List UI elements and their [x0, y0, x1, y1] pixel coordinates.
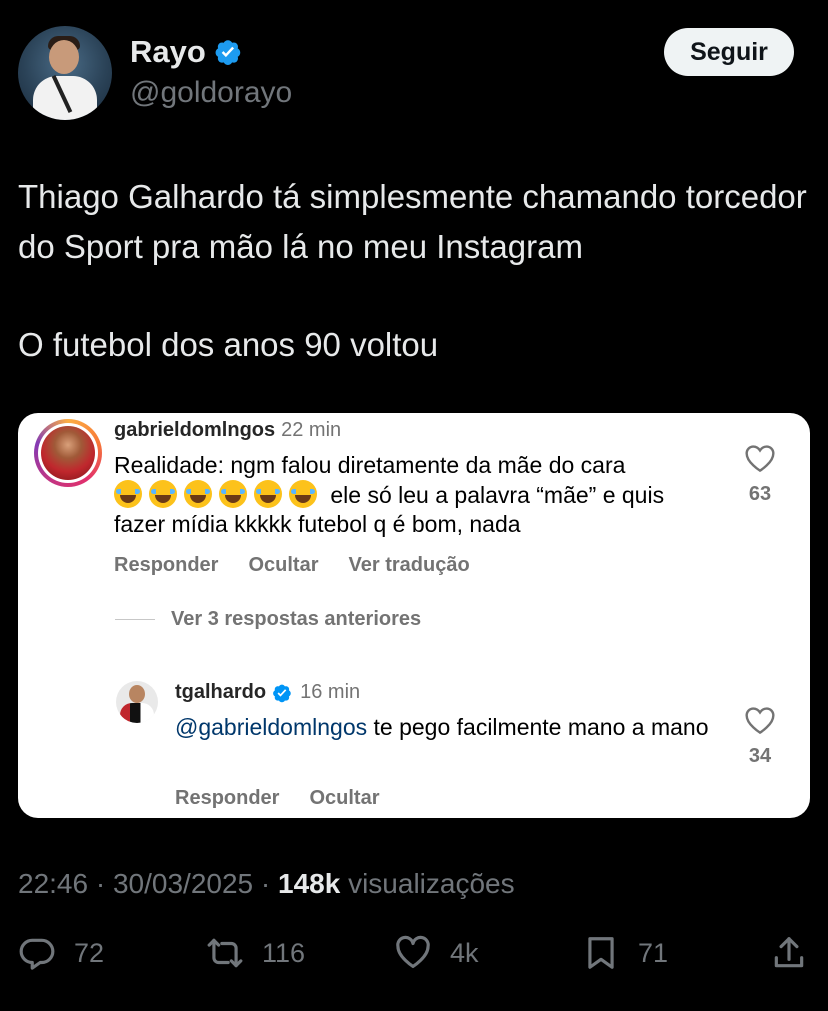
reply-actions: Responder Ocultar [175, 787, 380, 810]
ig-verified-badge-icon [273, 684, 291, 702]
comment-like-count: 63 [748, 483, 772, 505]
tweet-text: Thiago Galhardo tá simplesmente chamando… [18, 172, 808, 370]
verified-badge-icon [215, 40, 241, 65]
follow-button[interactable]: Seguir [664, 28, 794, 76]
reply-action: Responder [175, 787, 280, 809]
tweet-header: Rayo @goldorayo Seguir [18, 24, 810, 120]
view-previous-replies: Ver 3 respostas anteriores [115, 608, 421, 631]
retweet-count: 116 [262, 937, 306, 968]
reply-mention: @gabrieldomlngos [175, 714, 368, 740]
reply-author-avatar [116, 681, 158, 723]
author-avatar[interactable] [18, 26, 112, 120]
share-button[interactable] [770, 934, 808, 972]
hide-action: Ocultar [248, 554, 319, 576]
view-previous-replies-label: Ver 3 respostas anteriores [171, 608, 422, 630]
tweet-meta: 22:46 · 30/03/2025 · 148k visualizações [18, 868, 515, 900]
share-icon [774, 937, 804, 968]
tweet-date[interactable]: 30/03/2025 [113, 868, 253, 899]
meta-separator: · [253, 868, 278, 899]
author-name-row[interactable]: Rayo [130, 34, 242, 70]
tweet-paragraph: Thiago Galhardo tá simplesmente chamando… [18, 178, 807, 265]
author-handle[interactable]: @goldorayo [130, 76, 292, 110]
reply-action: Responder [114, 554, 219, 576]
reply-text: @gabrieldomlngos te pego facilmente mano… [175, 713, 735, 742]
reply-button[interactable]: 72 [18, 934, 104, 972]
divider-line [115, 619, 155, 620]
laughing-crying-emoji-icon [184, 480, 212, 508]
laughing-emoji-row [114, 480, 324, 508]
views-count: 148k [278, 868, 341, 899]
hide-action: Ocultar [309, 787, 380, 809]
comment-time: 22 min [281, 419, 342, 441]
tweet-time[interactable]: 22:46 [18, 868, 88, 899]
comment-actions: Responder Ocultar Ver tradução [114, 554, 470, 577]
meta-separator: · [88, 868, 113, 899]
tweet-paragraph: O futebol dos anos 90 voltou [18, 326, 439, 363]
reply-time: 16 min [300, 681, 361, 703]
reply-username: tgalhardo [175, 681, 267, 703]
see-translation-action: Ver tradução [348, 554, 470, 576]
heart-icon [396, 935, 430, 969]
reply-bubble-icon [19, 938, 55, 970]
reply-count: 72 [74, 937, 105, 968]
laughing-crying-emoji-icon [289, 480, 317, 508]
bookmark-icon [588, 937, 614, 969]
reply-like-count: 34 [748, 745, 772, 767]
reply-like: 34 [740, 705, 780, 768]
comment-username: gabrieldomlngos [114, 419, 276, 441]
comment-text-part: Realidade: ngm falou diretamente da mãe … [114, 452, 626, 478]
tweet-actions-bar: 72 116 4k 71 [18, 934, 818, 978]
views-label: visualizações [348, 868, 515, 899]
reply-text-body: te pego facilmente mano a mano [373, 714, 709, 740]
retweet-icon [207, 938, 243, 968]
laughing-crying-emoji-icon [254, 480, 282, 508]
laughing-crying-emoji-icon [219, 480, 247, 508]
comment-like: 63 [740, 443, 780, 506]
commenter-avatar [38, 423, 98, 483]
heart-outline-icon [745, 707, 775, 735]
bookmark-button[interactable]: 71 [582, 934, 668, 972]
retweet-button[interactable]: 116 [206, 934, 305, 972]
like-count: 4k [450, 937, 479, 968]
laughing-crying-emoji-icon [149, 480, 177, 508]
laughing-crying-emoji-icon [114, 480, 142, 508]
attached-image[interactable]: gabrieldomlngos 22 min Realidade: ngm fal… [18, 413, 810, 818]
comment-header: gabrieldomlngos 22 min [114, 419, 341, 442]
commenter-avatar-story-ring [34, 419, 102, 487]
like-button[interactable]: 4k [394, 934, 479, 972]
reply-header: tgalhardo 16 min [175, 681, 360, 704]
bookmark-count: 71 [638, 937, 669, 968]
author-display-name[interactable]: Rayo [130, 34, 206, 70]
heart-outline-icon [745, 445, 775, 473]
comment-text: Realidade: ngm falou diretamente da mãe … [114, 451, 694, 539]
